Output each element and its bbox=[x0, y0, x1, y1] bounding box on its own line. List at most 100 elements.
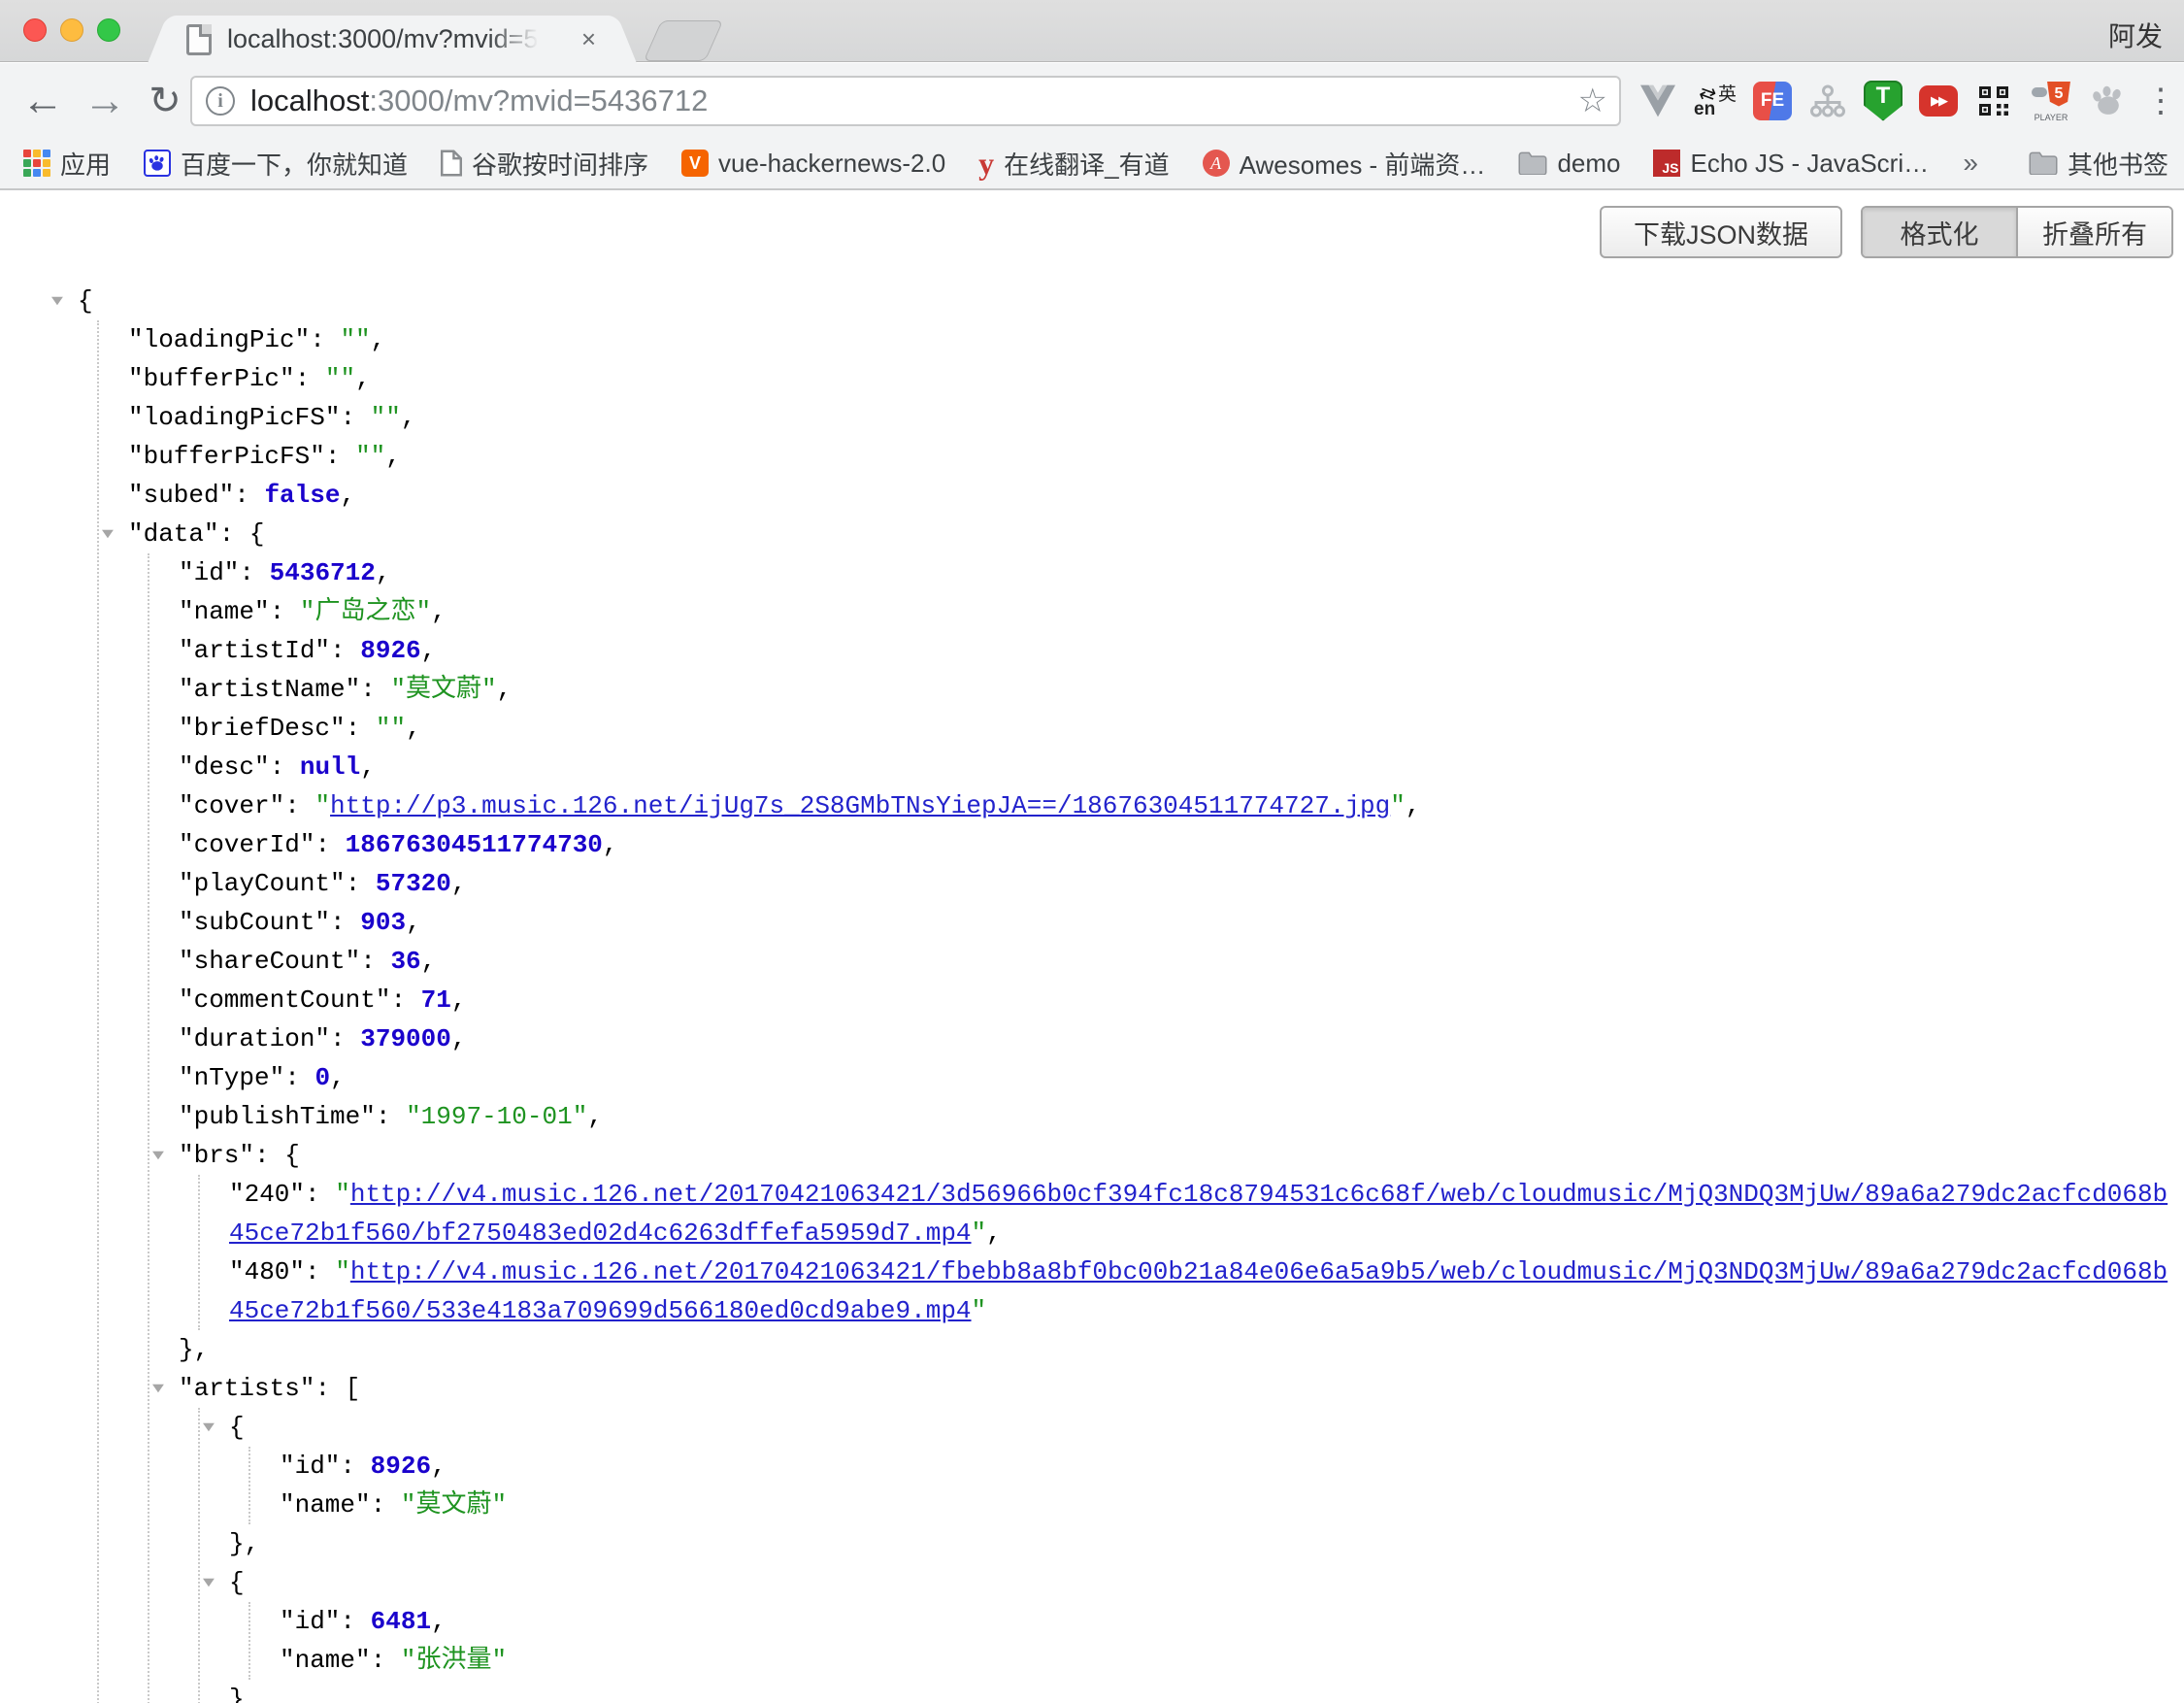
json-open-bracket: { bbox=[229, 1568, 245, 1597]
sitemap-icon[interactable] bbox=[1808, 80, 1847, 122]
forward-icon[interactable]: → bbox=[76, 63, 134, 138]
collapse-triangle-icon[interactable]: ▼ bbox=[88, 516, 128, 554]
json-line: "240": "http://v4.music.126.net/20170421… bbox=[229, 1175, 2168, 1252]
profile-name[interactable]: 阿发 bbox=[2108, 16, 2163, 54]
bookmark-item[interactable]: demo bbox=[1518, 149, 1620, 179]
json-comma: , bbox=[1406, 791, 1421, 820]
bookmark-item[interactable]: 百度一下，你就知道 bbox=[144, 146, 408, 182]
json-string-value: "" bbox=[371, 403, 401, 432]
json-line: "artistName": "莫文蔚", bbox=[179, 670, 2168, 709]
bookmark-item[interactable]: y 在线翻译_有道 bbox=[978, 146, 1169, 182]
json-string-quote: " bbox=[1390, 791, 1406, 820]
json-line: "id": 8926, bbox=[280, 1447, 2168, 1486]
json-string-value: "张洪量" bbox=[401, 1646, 507, 1675]
json-url-link[interactable]: http://p3.music.126.net/ijUg7s_2S8GMbTNs… bbox=[330, 791, 1390, 820]
bookmark-label: Echo JS - JavaScri… bbox=[1690, 149, 1929, 179]
json-number-value: 8926 bbox=[360, 636, 420, 665]
bookmark-item[interactable]: AAwesomes - 前端资… bbox=[1203, 146, 1486, 182]
json-number-value: 0 bbox=[314, 1063, 330, 1092]
json-line: "loadingPic": "", bbox=[128, 320, 2168, 359]
json-colon: : bbox=[254, 1141, 284, 1170]
other-bookmarks-folder[interactable]: 其他书签 bbox=[2029, 146, 2168, 182]
paw-icon[interactable] bbox=[2089, 80, 2128, 122]
new-tab-button[interactable] bbox=[644, 20, 724, 61]
json-string-quote: " bbox=[335, 1180, 350, 1209]
json-key: "id" bbox=[280, 1452, 340, 1481]
other-bookmarks-label: 其他书签 bbox=[2068, 146, 2168, 182]
address-bar[interactable]: i localhost:3000/mv?mvid=5436712 ☆ bbox=[190, 76, 1621, 126]
json-line: } bbox=[229, 1680, 2168, 1703]
bookmark-item[interactable]: 应用 bbox=[23, 146, 111, 182]
collapse-triangle-icon[interactable]: ▼ bbox=[189, 1564, 229, 1603]
browser-menu-icon[interactable]: ⋮ bbox=[2144, 82, 2169, 120]
json-string-quote: " bbox=[314, 791, 330, 820]
json-keyword-value: false bbox=[264, 481, 340, 510]
json-line: "id": 5436712, bbox=[179, 553, 2168, 592]
collapse-triangle-icon[interactable]: ▼ bbox=[139, 1137, 179, 1176]
apps-grid-icon bbox=[23, 150, 50, 177]
json-colon: : bbox=[305, 1180, 335, 1209]
browser-window: localhost:3000/mv?mvid=543 × 阿发 ← → ↻ i … bbox=[0, 0, 2184, 1703]
json-close-bracket: } bbox=[229, 1685, 245, 1703]
collapse-triangle-icon[interactable]: ▼ bbox=[189, 1409, 229, 1448]
json-number-value: 8926 bbox=[371, 1452, 431, 1481]
page-icon bbox=[441, 150, 462, 177]
reload-icon[interactable]: ↻ bbox=[138, 63, 192, 138]
json-key: "bufferPic" bbox=[128, 364, 295, 393]
translate-icon[interactable]: ⇄ 英 en bbox=[1694, 80, 1737, 122]
zoom-window-button[interactable] bbox=[97, 18, 120, 42]
bookmark-label: 百度一下，你就知道 bbox=[181, 146, 408, 182]
json-comma: , bbox=[431, 597, 447, 626]
video-player-icon[interactable]: ▶▶ bbox=[1919, 80, 1958, 122]
json-comma: , bbox=[360, 752, 376, 782]
json-children: "id": 5436712,"name": "广岛之恋","artistId":… bbox=[148, 553, 2168, 1703]
json-key: "artists" bbox=[179, 1374, 314, 1403]
json-line: }, bbox=[179, 1330, 2168, 1369]
close-window-button[interactable] bbox=[23, 18, 47, 42]
json-string-quote: " bbox=[335, 1257, 350, 1286]
bookmark-item[interactable]: 谷歌按时间排序 bbox=[441, 146, 648, 182]
json-line: "subed": false, bbox=[128, 476, 2168, 515]
json-line: "id": 6481, bbox=[280, 1602, 2168, 1641]
json-close-bracket: }, bbox=[179, 1335, 209, 1364]
browser-tab[interactable]: localhost:3000/mv?mvid=543 × bbox=[173, 16, 612, 63]
minimize-window-button[interactable] bbox=[60, 18, 83, 42]
json-line: "name": "张洪量" bbox=[280, 1641, 2168, 1680]
bookmark-label: 在线翻译_有道 bbox=[1004, 146, 1169, 182]
tab-close-icon[interactable]: × bbox=[576, 24, 602, 54]
fe-extension-icon[interactable]: FE bbox=[1753, 80, 1792, 122]
json-line: "nType": 0, bbox=[179, 1058, 2168, 1097]
tampermonkey-icon[interactable]: T bbox=[1864, 80, 1903, 122]
json-number-value: 903 bbox=[360, 908, 406, 937]
json-url-link[interactable]: http://v4.music.126.net/20170421063421/3… bbox=[229, 1180, 2167, 1248]
json-comma: , bbox=[451, 985, 467, 1015]
site-info-icon[interactable]: i bbox=[206, 86, 235, 116]
bookmark-item[interactable]: JSEcho JS - JavaScri… bbox=[1653, 149, 1929, 179]
bookmark-star-icon[interactable]: ☆ bbox=[1578, 82, 1607, 120]
json-key: "loadingPicFS" bbox=[128, 403, 340, 432]
bookmark-label: vue-hackernews-2.0 bbox=[718, 149, 945, 179]
json-colon: : bbox=[376, 1102, 406, 1131]
json-open-bracket: { bbox=[229, 1413, 245, 1442]
json-key: "name" bbox=[280, 1646, 371, 1675]
json-key: "artistName" bbox=[179, 675, 360, 704]
bookmarks-overflow-chevron-icon[interactable]: » bbox=[1963, 148, 1978, 179]
translate-en-glyph: en bbox=[1694, 99, 1715, 120]
vue-devtools-icon[interactable] bbox=[1638, 80, 1677, 122]
html5-player-icon[interactable]: 5 PLAYER bbox=[2030, 80, 2072, 122]
json-key: "id" bbox=[280, 1607, 340, 1636]
json-key: "bufferPicFS" bbox=[128, 442, 325, 471]
json-comma: , bbox=[451, 869, 467, 898]
url-text[interactable]: localhost:3000/mv?mvid=5436712 bbox=[250, 83, 708, 118]
json-url-link[interactable]: http://v4.music.126.net/20170421063421/f… bbox=[229, 1257, 2167, 1325]
back-icon[interactable]: ← bbox=[14, 63, 72, 138]
bookmark-item[interactable]: Vvue-hackernews-2.0 bbox=[681, 149, 945, 179]
json-key: "nType" bbox=[179, 1063, 284, 1092]
json-string-value: "" bbox=[355, 442, 385, 471]
collapse-triangle-icon[interactable]: ▼ bbox=[38, 283, 78, 321]
collapse-triangle-icon[interactable]: ▼ bbox=[139, 1370, 179, 1409]
json-colon: : bbox=[325, 442, 355, 471]
youdao-icon: y bbox=[978, 150, 994, 176]
qr-code-icon[interactable] bbox=[1974, 80, 2013, 122]
json-string-quote: " bbox=[972, 1219, 987, 1248]
